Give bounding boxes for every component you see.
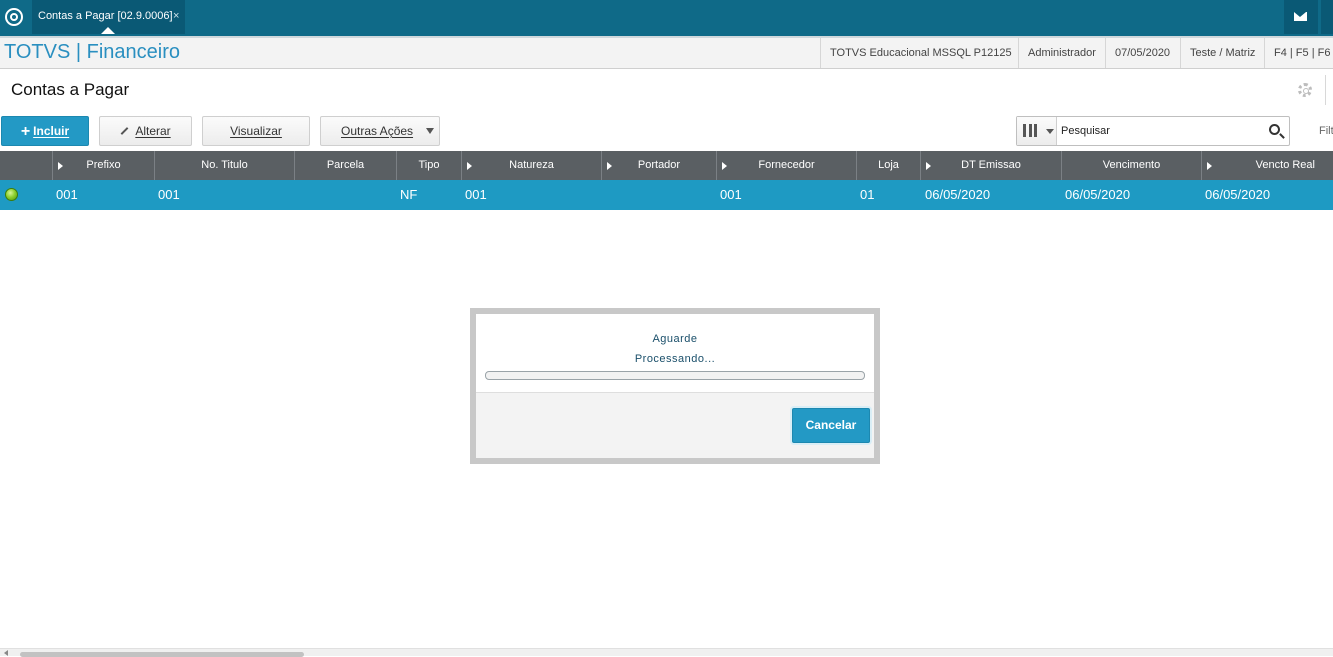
column-header-parcela[interactable]: Parcela [295,151,397,180]
search-input[interactable] [1061,121,1261,141]
chevron-down-icon [426,128,434,134]
brand-title: TOTVS | Financeiro [4,41,180,63]
pencil-icon [120,127,129,135]
columns-icon [1023,124,1037,137]
cell-prefixo: 001 [56,187,78,202]
column-header-no-titulo[interactable]: No. Titulo [155,151,295,180]
grid-header: Prefixo No. Titulo Parcela Tipo Natureza… [0,151,1333,180]
processing-dialog: Aguarde Processando... Cancelar [476,314,874,458]
sort-arrow-icon [1207,162,1212,170]
include-label: Incluir [33,124,70,138]
cell-no-titulo: 001 [158,187,180,202]
alter-label: Alterar [135,124,171,138]
column-header-status[interactable] [0,151,53,180]
plus-icon: + [20,123,31,140]
column-header-prefixo[interactable]: Prefixo [53,151,155,180]
tab-label: Contas a Pagar [02.9.0006] [38,10,173,22]
column-header-fornecedor[interactable]: Fornecedor [717,151,857,180]
cell-tipo: NF [400,187,418,202]
view-button[interactable]: Visualizar [202,116,310,146]
horizontal-scrollbar[interactable] [0,648,1333,657]
cell-vencimento: 06/05/2020 [1065,187,1131,202]
cell-loja: 01 [860,187,875,202]
column-selector-button[interactable] [1017,117,1057,145]
dialog-message: Processando... [634,353,716,365]
totvs-logo-icon[interactable] [5,8,23,26]
dialog-title: Aguarde [652,333,698,345]
tab-contas-a-pagar[interactable]: Contas a Pagar [02.9.0006] × [32,0,185,34]
top-bar: Contas a Pagar [02.9.0006] × [0,0,1333,36]
search-box [1016,116,1290,146]
column-header-vencto-real[interactable]: Vencto Real [1202,151,1333,180]
column-header-vencimento[interactable]: Vencimento [1062,151,1202,180]
column-header-loja[interactable]: Loja [857,151,921,180]
divider [1325,75,1326,105]
column-header-tipo[interactable]: Tipo [397,151,462,180]
gear-icon[interactable] [1298,83,1312,97]
scroll-left-icon[interactable] [4,650,8,656]
user-info[interactable]: Administrador [1018,38,1096,68]
scrollbar-thumb[interactable] [20,652,304,657]
sort-arrow-icon [722,162,727,170]
cell-fornecedor: 001 [720,187,742,202]
sort-arrow-icon [926,162,931,170]
column-header-portador[interactable]: Portador [602,151,717,180]
progress-bar [485,371,865,380]
environment-info[interactable]: TOTVS Educacional MSSQL P12125 [820,38,1012,68]
column-header-dt-emissao[interactable]: DT Emissao [921,151,1062,180]
messages-button[interactable] [1284,0,1318,34]
shortcuts-info[interactable]: F4 | F5 | F6 | [1264,38,1333,68]
table-row[interactable]: 001 001 NF 001 001 01 06/05/2020 06/05/2… [0,180,1333,210]
page-title: Contas a Pagar [11,80,130,99]
other-actions-button[interactable]: Outras Ações [320,116,440,146]
branch-info[interactable]: Teste / Matriz [1180,38,1255,68]
mail-icon [1294,12,1307,21]
sort-arrow-icon [467,162,472,170]
cell-dt-emissao: 06/05/2020 [925,187,991,202]
search-icon[interactable] [1269,124,1280,135]
column-header-natureza[interactable]: Natureza [462,151,602,180]
view-label: Visualizar [230,124,282,138]
sort-arrow-icon [607,162,612,170]
app-header: TOTVS | Financeiro TOTVS Educacional MSS… [0,38,1333,69]
topbar-edge [1320,0,1333,34]
other-actions-label: Outras Ações [341,124,414,138]
include-button[interactable]: + Incluir [1,116,89,146]
chevron-down-icon [1046,129,1054,134]
date-info[interactable]: 07/05/2020 [1105,38,1170,68]
alter-button[interactable]: Alterar [99,116,192,146]
tab-close-icon[interactable]: × [173,0,179,33]
status-green-icon [5,188,18,201]
sort-arrow-icon [58,162,63,170]
filter-label[interactable]: Filt [1319,125,1333,137]
cell-natureza: 001 [465,187,487,202]
cancel-button[interactable]: Cancelar [792,408,870,443]
active-tab-indicator [101,27,115,34]
cell-vencto-real: 06/05/2020 [1205,187,1271,202]
